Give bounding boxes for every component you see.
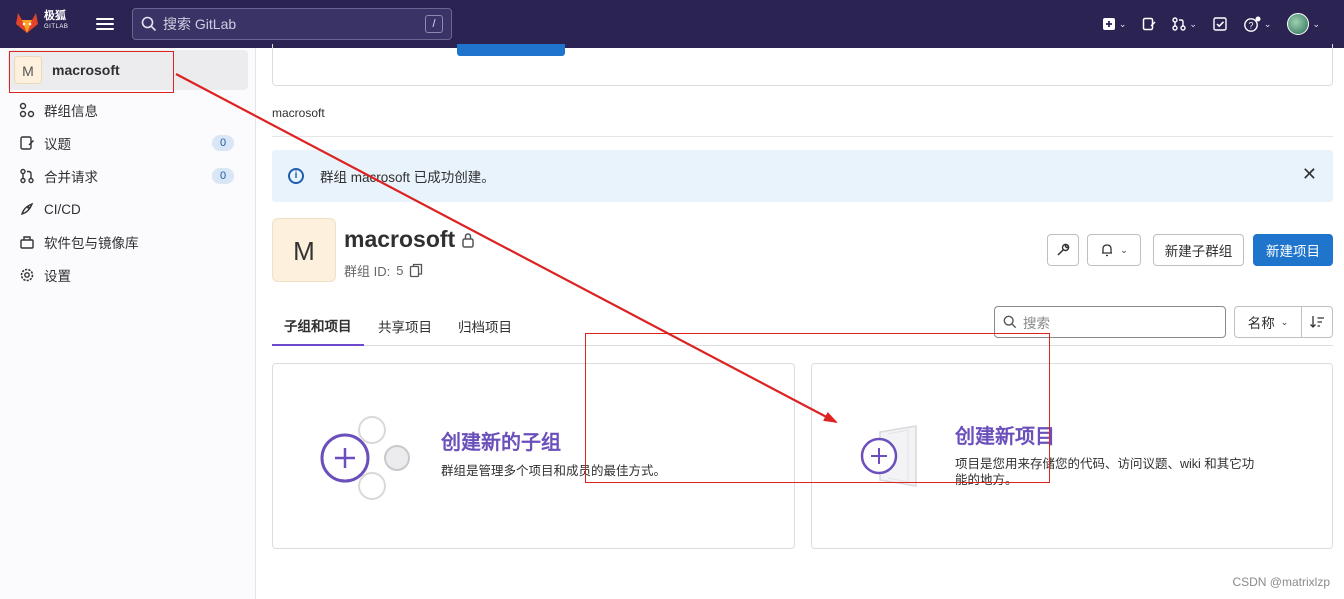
- issues-icon: [1143, 17, 1156, 31]
- search-shortcut-key: /: [425, 15, 443, 33]
- new-dropdown[interactable]: ⌄: [1094, 8, 1135, 40]
- group-id: 群组 ID: 5: [344, 261, 423, 280]
- sort-lowest-icon: [1310, 316, 1324, 328]
- wrench-icon: [1057, 243, 1070, 256]
- alert-message: 群组 macrosoft 已成功创建。: [320, 170, 495, 185]
- divider: [272, 136, 1333, 137]
- merge-requests-dropdown[interactable]: ⌄: [1164, 8, 1205, 40]
- bell-icon: [1102, 244, 1113, 257]
- filter-search-placeholder: 搜索: [1023, 316, 1050, 331]
- help-dropdown[interactable]: ? ⌄: [1235, 8, 1280, 40]
- issues-icon: [18, 134, 36, 152]
- chevron-down-icon: ⌄: [1312, 18, 1320, 29]
- sidebar-group-name: macrosoft: [52, 62, 120, 78]
- new-subgroup-card[interactable]: 创建新的子组 群组是管理多个项目和成员的最佳方式。: [272, 363, 795, 549]
- group-info-icon: [18, 101, 36, 119]
- issues-top-button[interactable]: [1134, 8, 1164, 40]
- global-search-input[interactable]: 搜索 GitLab /: [132, 8, 452, 40]
- notification-dropdown[interactable]: ⌄: [1087, 234, 1141, 266]
- new-subgroup-title: 创建新的子组: [441, 432, 561, 454]
- sidebar-item-label: 群组信息: [44, 104, 98, 119]
- avatar: [1287, 13, 1310, 35]
- new-project-title: 创建新项目: [955, 426, 1055, 448]
- todos-button[interactable]: [1205, 8, 1235, 40]
- chevron-down-icon: ⌄: [1280, 316, 1289, 327]
- truncated-button[interactable]: [457, 44, 565, 56]
- sort-direction-button[interactable]: [1301, 306, 1333, 338]
- new-subgroup-description: 群组是管理多个项目和成员的最佳方式。: [441, 464, 667, 478]
- package-icon: [18, 233, 36, 251]
- chevron-down-icon: ⌄: [1120, 244, 1128, 255]
- sidebar-item-group-info[interactable]: 群组信息: [18, 95, 240, 125]
- chevron-down-icon: ⌄: [1118, 18, 1127, 29]
- tab-shared-projects[interactable]: 共享项目: [378, 306, 432, 346]
- breadcrumb[interactable]: macrosoft: [272, 106, 325, 120]
- sidebar: M macrosoft 群组信息 议题 0 合并请求 0 CI/CD 软件包与镜…: [0, 48, 256, 599]
- filter-search-input[interactable]: 搜索: [994, 306, 1226, 338]
- chevron-down-icon: ⌄: [1189, 18, 1197, 29]
- logo-text: 极狐 GITLAB: [44, 10, 69, 31]
- main-content: macrosoft i 群组 macrosoft 已成功创建。 ✕ M macr…: [256, 44, 1344, 599]
- gear-icon: [18, 266, 36, 284]
- sort-dropdown[interactable]: 名称 ⌄: [1234, 306, 1302, 338]
- tab-subgroups-and-projects[interactable]: 子组和项目: [272, 306, 364, 346]
- chevron-down-icon: ⌄: [1263, 18, 1272, 29]
- rocket-icon: [18, 200, 36, 218]
- merge-request-icon: [18, 167, 36, 185]
- search-icon: [141, 16, 157, 32]
- close-icon[interactable]: ✕: [1302, 164, 1317, 185]
- top-icon-group: ⌄ ⌄ ? ⌄ ⌄: [1094, 0, 1344, 48]
- help-icon: ?: [1244, 16, 1261, 32]
- new-subgroup-button[interactable]: 新建子群组: [1153, 234, 1244, 266]
- sort-label: 名称: [1247, 316, 1275, 331]
- group-settings-button[interactable]: [1047, 234, 1079, 266]
- new-project-card[interactable]: 创建新项目 项目是您用来存储您的代码、访问议题、wiki 和其它功 能的地方。: [811, 363, 1333, 549]
- lock-icon: [462, 232, 474, 248]
- sidebar-item-label: 合并请求: [44, 170, 98, 185]
- group-id-label: 群组 ID:: [344, 264, 391, 279]
- sidebar-item-cicd[interactable]: CI/CD: [18, 194, 240, 224]
- todo-check-icon: [1213, 17, 1227, 31]
- info-icon: i: [288, 168, 304, 184]
- page-title: macrosoft: [344, 226, 475, 253]
- watermark: CSDN @matrixlzp: [1232, 575, 1330, 589]
- logo[interactable]: 极狐 GITLAB: [14, 10, 68, 34]
- group-avatar: M: [14, 56, 42, 84]
- search-placeholder: 搜索 GitLab: [163, 16, 237, 32]
- sidebar-group-context[interactable]: M macrosoft: [8, 50, 248, 90]
- plus-square-icon: [1102, 18, 1115, 30]
- sidebar-item-label: 软件包与镜像库: [44, 236, 139, 251]
- group-name: macrosoft: [344, 226, 456, 252]
- sidebar-item-label: 设置: [44, 269, 71, 284]
- group-avatar-large: M: [272, 218, 336, 282]
- project-illustration-icon: [860, 425, 917, 487]
- sidebar-item-merge-requests[interactable]: 合并请求 0: [18, 161, 240, 191]
- sidebar-item-issues[interactable]: 议题 0: [18, 128, 240, 158]
- search-icon: [1003, 315, 1017, 329]
- sidebar-item-label: 议题: [44, 137, 71, 152]
- sidebar-item-packages[interactable]: 软件包与镜像库: [18, 227, 240, 257]
- new-project-button[interactable]: 新建项目: [1253, 234, 1333, 266]
- tab-archived-projects[interactable]: 归档项目: [458, 306, 512, 346]
- previous-card: [272, 44, 1333, 86]
- new-project-description: 项目是您用来存储您的代码、访问议题、wiki 和其它功 能的地方。: [955, 457, 1255, 487]
- copy-icon[interactable]: [409, 263, 423, 279]
- subgroup-illustration-icon: [320, 416, 410, 500]
- merge-request-icon: [1172, 17, 1187, 31]
- user-menu[interactable]: ⌄: [1279, 8, 1328, 40]
- issues-count-badge: 0: [212, 135, 234, 151]
- menu-icon[interactable]: [96, 15, 114, 33]
- fox-logo-icon: [16, 13, 38, 33]
- top-navbar: 极狐 GITLAB 搜索 GitLab / ⌄ ⌄ ? ⌄ ⌄: [0, 0, 1344, 48]
- sidebar-item-settings[interactable]: 设置: [18, 260, 240, 290]
- merge-requests-count-badge: 0: [212, 168, 234, 184]
- group-id-value: 5: [396, 263, 404, 278]
- success-alert: i 群组 macrosoft 已成功创建。 ✕: [272, 150, 1333, 202]
- sidebar-item-label: CI/CD: [44, 201, 81, 217]
- svg-text:?: ?: [1248, 21, 1253, 31]
